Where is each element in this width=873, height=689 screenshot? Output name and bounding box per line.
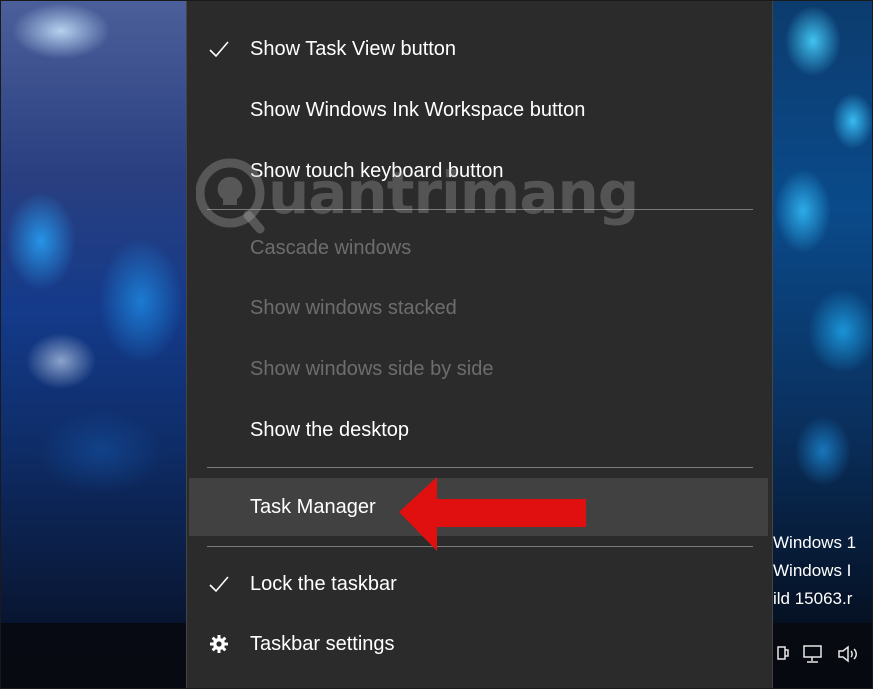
watermark-line: Windows 1 xyxy=(773,533,857,552)
desktop-wallpaper-left xyxy=(1,1,186,688)
menu-item-cascade-windows: Cascade windows xyxy=(187,220,772,276)
menu-item-show-ink-workspace[interactable]: Show Windows Ink Workspace button xyxy=(187,82,772,138)
gear-icon xyxy=(207,632,231,656)
menu-item-taskbar-settings[interactable]: Taskbar settings xyxy=(187,616,772,672)
checkmark-icon xyxy=(207,37,231,61)
watermark-line: Windows I xyxy=(773,561,852,580)
menu-item-label: Show Windows Ink Workspace button xyxy=(250,98,586,121)
menu-item-label: Taskbar settings xyxy=(250,632,395,655)
taskbar-context-menu: Show Task View button Show Windows Ink W… xyxy=(186,1,773,688)
windows-build-watermark: Windows 1 Windows I ild 15063.r xyxy=(773,529,856,613)
menu-item-label: Show windows side by side xyxy=(250,357,494,380)
menu-separator xyxy=(207,467,753,468)
red-arrow-icon xyxy=(399,477,586,551)
menu-item-label: Show Task View button xyxy=(250,37,457,60)
menu-item-label: Show the desktop xyxy=(250,418,409,441)
menu-item-windows-stacked: Show windows stacked xyxy=(187,280,772,336)
network-icon[interactable] xyxy=(802,644,824,669)
menu-item-show-touch-keyboard[interactable]: Show touch keyboard button xyxy=(187,143,772,199)
menu-item-label: Task Manager xyxy=(250,495,376,518)
tablet-icon[interactable] xyxy=(776,644,790,669)
checkmark-icon xyxy=(207,572,231,596)
menu-item-label: Lock the taskbar xyxy=(250,572,397,595)
system-tray xyxy=(776,644,872,669)
menu-separator xyxy=(207,209,753,210)
menu-item-show-task-view[interactable]: Show Task View button xyxy=(187,21,772,77)
menu-item-lock-taskbar[interactable]: Lock the taskbar xyxy=(187,556,772,612)
screenshot-frame: Windows 1 Windows I ild 15063.r Show Tas… xyxy=(0,0,873,689)
menu-item-label: Show touch keyboard button xyxy=(250,159,504,182)
menu-item-windows-side-by-side: Show windows side by side xyxy=(187,341,772,397)
volume-icon[interactable] xyxy=(836,644,860,669)
menu-item-label: Show windows stacked xyxy=(250,296,457,319)
menu-item-label: Cascade windows xyxy=(250,236,412,259)
watermark-line: ild 15063.r xyxy=(773,589,853,608)
menu-item-show-desktop[interactable]: Show the desktop xyxy=(187,402,772,458)
